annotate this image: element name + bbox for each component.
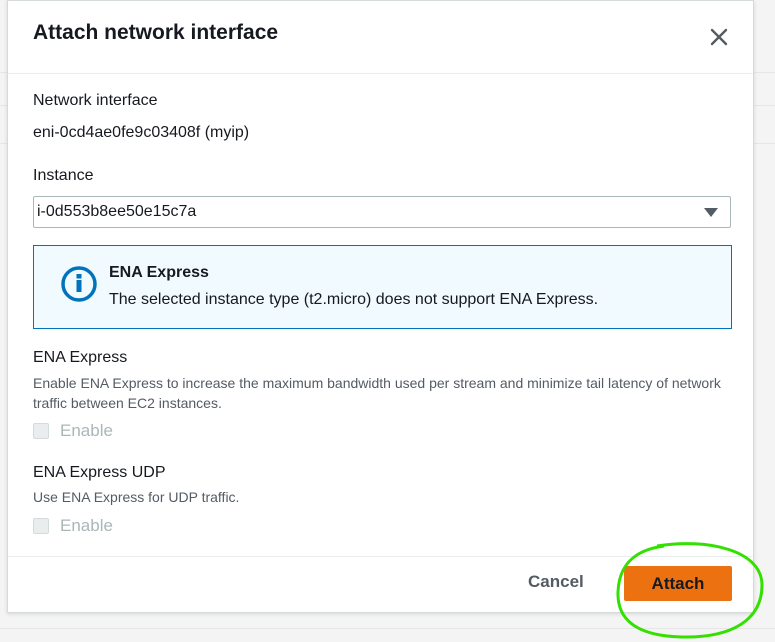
ena-express-info-alert: ENA Express The selected instance type (…	[33, 245, 732, 329]
ena-express-enable-checkbox[interactable]: Enable	[33, 421, 113, 441]
alert-text: The selected instance type (t2.micro) do…	[109, 291, 599, 308]
info-icon	[61, 266, 97, 302]
checkbox-box[interactable]	[33, 423, 49, 439]
close-icon	[710, 28, 728, 46]
alert-title: ENA Express	[109, 264, 209, 281]
ena-express-udp-description: Use ENA Express for UDP traffic.	[33, 489, 240, 505]
attach-network-interface-modal: Attach network interface Network interfa…	[7, 0, 754, 613]
ena-express-label: ENA Express	[33, 349, 128, 366]
network-interface-label: Network interface	[33, 92, 158, 109]
checkbox-box[interactable]	[33, 518, 49, 534]
instance-label: Instance	[33, 167, 94, 184]
ena-express-description: Enable ENA Express to increase the maxim…	[33, 375, 721, 411]
instance-select[interactable]: i-0d553b8ee50e15c7a	[33, 196, 731, 228]
close-button[interactable]	[705, 23, 733, 51]
ena-express-udp-label: ENA Express UDP	[33, 464, 166, 481]
modal-title: Attach network interface	[33, 21, 279, 44]
dropdown-caret-icon	[704, 208, 718, 217]
attach-button[interactable]: Attach	[624, 566, 732, 601]
ena-express-udp-enable-label: Enable	[60, 516, 113, 535]
network-interface-value: eni-0cd4ae0fe9c03408f (myip)	[33, 124, 250, 141]
ena-express-enable-label: Enable	[60, 421, 113, 440]
cancel-button[interactable]: Cancel	[528, 572, 584, 592]
ena-express-udp-enable-checkbox[interactable]: Enable	[33, 516, 113, 536]
background-divider	[0, 628, 775, 629]
instance-select-value: i-0d553b8ee50e15c7a	[37, 203, 197, 220]
modal-footer: Cancel Attach	[8, 556, 753, 612]
modal-header: Attach network interface	[8, 1, 753, 74]
